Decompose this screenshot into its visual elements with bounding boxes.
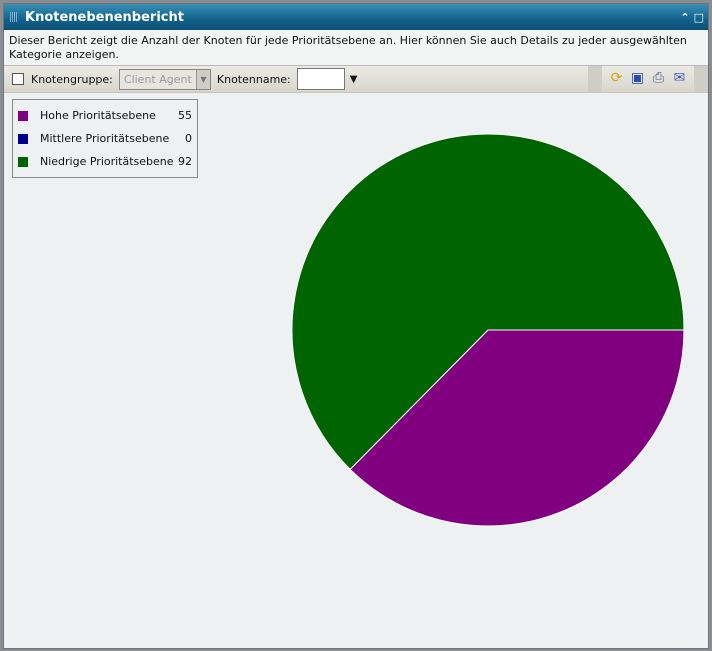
pie-chart: [291, 133, 685, 527]
